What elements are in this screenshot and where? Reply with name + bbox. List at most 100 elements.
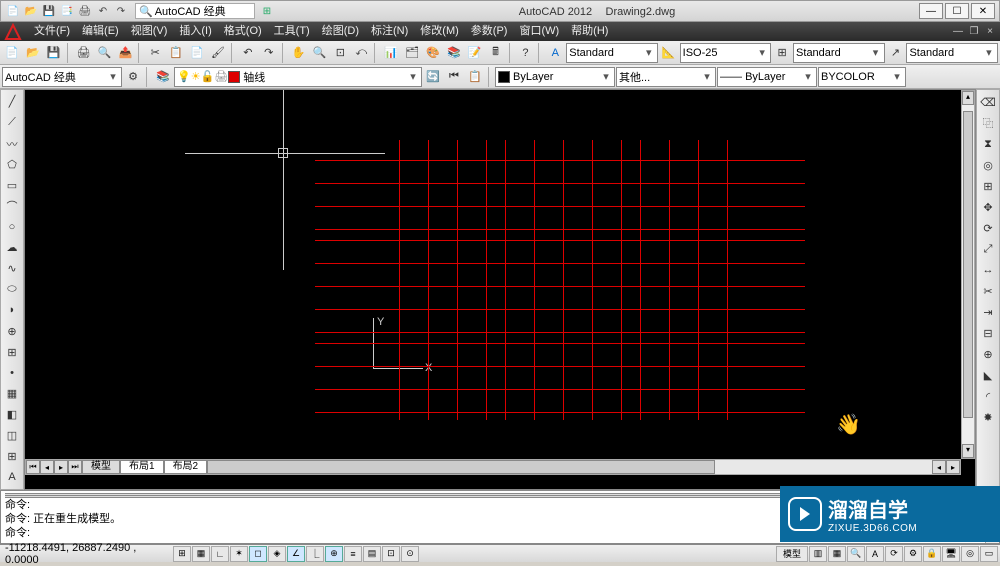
minimize-button[interactable]: — <box>919 3 943 19</box>
scale-icon[interactable]: ⤢ <box>978 239 998 259</box>
dimstyle-icon[interactable]: 📐 <box>659 43 679 63</box>
doc-close-button[interactable]: × <box>982 26 998 37</box>
pline-icon[interactable]: 〰 <box>2 134 22 154</box>
xline-icon[interactable]: ⟋ <box>2 113 22 133</box>
tool-palette-button[interactable]: 🎨 <box>423 43 443 63</box>
menu-param[interactable]: 参数(P) <box>465 22 514 41</box>
rectangle-icon[interactable]: ▭ <box>2 175 22 195</box>
table-icon[interactable]: ⊞ <box>2 446 22 466</box>
plotstyle-combo[interactable]: BYCOLOR▾ <box>818 67 906 87</box>
saveas-icon[interactable]: 📑 <box>59 3 75 19</box>
tab-next-button[interactable]: ▸ <box>54 460 68 474</box>
plot-button[interactable]: 🖨 <box>74 43 94 63</box>
isolate-button[interactable]: ◎ <box>961 546 979 562</box>
lwt-button[interactable]: ≡ <box>344 546 362 562</box>
table-style-combo[interactable]: Standard▾ <box>793 43 885 63</box>
text-style-combo[interactable]: Standard▾ <box>566 43 658 63</box>
menu-format[interactable]: 格式(O) <box>218 22 268 41</box>
close-button[interactable]: ✕ <box>971 3 995 19</box>
ws-settings-icon[interactable]: ⚙ <box>123 67 143 87</box>
mleader-style-combo[interactable]: Standard▾ <box>906 43 998 63</box>
qp-button[interactable]: ⊡ <box>382 546 400 562</box>
scroll-right-button[interactable]: ▸ <box>946 460 960 474</box>
menu-window[interactable]: 窗口(W) <box>513 22 565 41</box>
layer-prev-button[interactable]: ⏮ <box>444 67 464 87</box>
annovis-button[interactable]: A <box>866 546 884 562</box>
tab-last-button[interactable]: ⏭ <box>68 460 82 474</box>
undo-button[interactable]: ↶ <box>238 43 258 63</box>
menu-dim[interactable]: 标注(N) <box>365 22 414 41</box>
search-box[interactable]: 🔍 AutoCAD 经典 <box>135 3 255 19</box>
save-button[interactable]: 💾 <box>44 43 64 63</box>
qv-drawings-button[interactable]: ▦ <box>828 546 846 562</box>
dyn-button[interactable]: ⊕ <box>325 546 343 562</box>
explode-icon[interactable]: ✸ <box>978 407 998 427</box>
layer-combo[interactable]: 💡☀🔓🖨 轴线▾ <box>174 67 422 87</box>
doc-restore-button[interactable]: ❐ <box>966 26 982 37</box>
maximize-button[interactable]: ☐ <box>945 3 969 19</box>
break-icon[interactable]: ⊟ <box>978 323 998 343</box>
snap-button[interactable]: ⊞ <box>173 546 191 562</box>
array-icon[interactable]: ⊞ <box>978 176 998 196</box>
doc-minimize-button[interactable]: — <box>950 26 966 37</box>
mirror-icon[interactable]: ⧗ <box>978 134 998 154</box>
text-icon[interactable]: A <box>2 467 22 487</box>
polygon-icon[interactable]: ⬠ <box>2 155 22 175</box>
copy-obj-icon[interactable]: ⿻ <box>978 113 998 133</box>
join-icon[interactable]: ⊕ <box>978 344 998 364</box>
menu-insert[interactable]: 插入(I) <box>173 22 217 41</box>
fillet-icon[interactable]: ◜ <box>978 386 998 406</box>
hatch-icon[interactable]: ▦ <box>2 384 22 404</box>
save-icon[interactable]: 💾 <box>41 3 57 19</box>
publish-button[interactable]: 📤 <box>115 43 135 63</box>
insert-icon[interactable]: ⊕ <box>2 321 22 341</box>
h-scrollbar[interactable] <box>207 460 932 474</box>
layer-states-button[interactable]: 📋 <box>465 67 485 87</box>
ducs-button[interactable]: ⎿ <box>306 546 324 562</box>
block-icon[interactable]: ⊞ <box>2 342 22 362</box>
match-button[interactable]: 🖌 <box>208 43 228 63</box>
erase-icon[interactable]: ⌫ <box>978 92 998 112</box>
circle-icon[interactable]: ○ <box>2 217 22 237</box>
tab-prev-button[interactable]: ◂ <box>40 460 54 474</box>
menu-tools[interactable]: 工具(T) <box>268 22 316 41</box>
calc-button[interactable]: 🖩 <box>486 43 506 63</box>
clean-button[interactable]: ▭ <box>980 546 998 562</box>
pan-button[interactable]: ✋ <box>289 43 309 63</box>
polar-button[interactable]: ✶ <box>230 546 248 562</box>
copy-button[interactable]: 📋 <box>166 43 186 63</box>
color-combo[interactable]: ByLayer▾ <box>495 67 615 87</box>
zoom-window-button[interactable]: ⊡ <box>330 43 350 63</box>
ortho-button[interactable]: ∟ <box>211 546 229 562</box>
arc-icon[interactable]: ⌒ <box>2 196 22 216</box>
menu-draw[interactable]: 绘图(D) <box>316 22 365 41</box>
linetype-combo[interactable]: 其他...▾ <box>616 67 716 87</box>
layout1-tab[interactable]: 布局1 <box>120 460 164 474</box>
textstyle-icon[interactable]: A <box>545 43 565 63</box>
chamfer-icon[interactable]: ◣ <box>978 365 998 385</box>
menu-file[interactable]: 文件(F) <box>28 22 76 41</box>
otrack-button[interactable]: ∠ <box>287 546 305 562</box>
properties-button[interactable]: 📊 <box>381 43 401 63</box>
3dosnap-button[interactable]: ◈ <box>268 546 286 562</box>
tablestyle-icon[interactable]: ⊞ <box>772 43 792 63</box>
zoom-prev-button[interactable]: ⤺ <box>351 43 371 63</box>
new-icon[interactable]: 📄 <box>5 3 21 19</box>
cut-button[interactable]: ✂ <box>145 43 165 63</box>
region-icon[interactable]: ◫ <box>2 426 22 446</box>
workspace-combo[interactable]: AutoCAD 经典▾ <box>2 67 122 87</box>
vertical-scrollbar[interactable]: ▴ ▾ <box>961 90 975 459</box>
offset-icon[interactable]: ◎ <box>978 155 998 175</box>
annoauto-button[interactable]: ⟳ <box>885 546 903 562</box>
app-logo[interactable] <box>2 23 24 41</box>
model-tab[interactable]: 模型 <box>82 460 120 474</box>
gradient-icon[interactable]: ◧ <box>2 405 22 425</box>
point-icon[interactable]: • <box>2 363 22 383</box>
dim-style-combo[interactable]: ISO-25▾ <box>680 43 772 63</box>
tab-first-button[interactable]: ⏮ <box>26 460 40 474</box>
print-icon[interactable]: 🖨 <box>77 3 93 19</box>
menu-view[interactable]: 视图(V) <box>125 22 174 41</box>
ellipse-icon[interactable]: ⬭ <box>2 280 22 300</box>
extend-icon[interactable]: ⇥ <box>978 302 998 322</box>
menu-help[interactable]: 帮助(H) <box>565 22 614 41</box>
